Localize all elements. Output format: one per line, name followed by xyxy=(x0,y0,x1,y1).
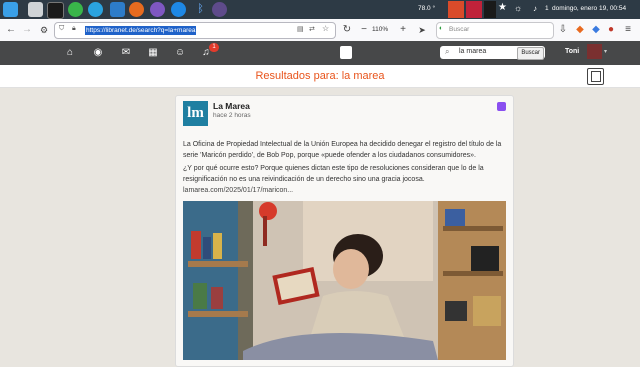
mastodon-icon[interactable] xyxy=(497,102,506,111)
extension-icon[interactable]: ● xyxy=(604,23,618,37)
star-icon[interactable]: ★ xyxy=(498,2,507,13)
reload-icon[interactable]: ↻ xyxy=(340,23,354,37)
workspace-indicator[interactable]: 1 xyxy=(545,5,549,12)
site-logo[interactable] xyxy=(340,46,352,59)
post-avatar[interactable]: lm xyxy=(183,101,208,126)
site-search-input[interactable]: la marea xyxy=(459,48,486,55)
mail-icon[interactable]: ✉ xyxy=(120,47,132,59)
username[interactable]: Toni xyxy=(565,48,579,55)
chevron-down-icon[interactable]: ▾ xyxy=(604,48,607,55)
window-icon[interactable] xyxy=(110,2,125,17)
download-icon[interactable]: ⇩ xyxy=(556,23,570,37)
clock[interactable]: domingo, enero 19, 00:54 xyxy=(552,5,626,12)
network-icon[interactable]: ◉ xyxy=(92,47,104,59)
post-image-illustration xyxy=(183,201,506,360)
post-link[interactable]: lamarea.com/2025/01/17/maricon... xyxy=(183,185,505,196)
home-icon[interactable]: ⌂ xyxy=(64,47,76,59)
site-search-box[interactable]: ⌕ la marea Buscar xyxy=(440,46,545,60)
podcast-icon[interactable] xyxy=(212,2,227,17)
telegram-icon[interactable] xyxy=(88,2,103,17)
browser-icon[interactable] xyxy=(68,2,83,17)
forward-icon[interactable]: → xyxy=(20,23,34,37)
post-time[interactable]: hace 2 horas xyxy=(213,112,251,119)
memory-graph xyxy=(466,1,482,18)
shield-icon[interactable]: ⛉ xyxy=(59,25,64,33)
terminal-icon[interactable] xyxy=(47,2,64,19)
network-graph xyxy=(484,1,496,18)
save-icon xyxy=(591,71,601,82)
app-icon[interactable] xyxy=(171,2,186,17)
settings-icon[interactable]: ⚙ xyxy=(37,23,51,37)
reader-icon[interactable]: ▤ xyxy=(297,25,304,33)
back-icon[interactable]: ← xyxy=(4,23,18,37)
file-manager-icon[interactable] xyxy=(28,2,43,17)
cpu-graph xyxy=(448,1,464,18)
translate-icon[interactable]: ⇄ xyxy=(309,25,315,33)
zoom-out-icon[interactable]: − xyxy=(357,23,371,37)
notification-badge: 1 xyxy=(209,43,219,52)
url-bar[interactable]: ⛉ 🔒︎ https://libranet.de/search?q=la+mar… xyxy=(54,22,336,39)
save-search-button[interactable] xyxy=(587,68,604,85)
browser-toolbar: ← → ⚙ ⛉ 🔒︎ https://libranet.de/search?q=… xyxy=(0,19,640,42)
temperature-readout: 78.0 ° xyxy=(418,5,436,12)
app-menu-icon[interactable] xyxy=(3,2,18,17)
system-taskbar: ᛒ 78.0 ° ★ ☼ ♪ 1 domingo, enero 19, 00:5… xyxy=(0,0,640,19)
page-title: Resultados para: la marea xyxy=(255,70,385,82)
send-icon[interactable]: ➤ xyxy=(415,23,429,37)
zoom-level[interactable]: 110% xyxy=(372,26,388,33)
browser-search-box[interactable]: ◐ Buscar xyxy=(436,22,554,39)
lock-icon[interactable]: 🔒︎ xyxy=(72,25,76,33)
firefox-icon[interactable] xyxy=(129,2,144,17)
post-paragraph: ¿Y por qué ocurre esto? Porque quienes d… xyxy=(183,165,484,183)
extension-icon[interactable]: ◆ xyxy=(573,23,587,37)
zoom-in-icon[interactable]: + xyxy=(396,23,410,37)
site-search-button[interactable]: Buscar xyxy=(517,47,544,60)
search-engine-icon: ◐ xyxy=(439,25,444,32)
calendar-icon[interactable]: ▦ xyxy=(147,47,159,59)
post-paragraph: La Oficina de Propiedad Intelectual de l… xyxy=(183,141,502,159)
app-icon[interactable] xyxy=(150,2,165,17)
extension-icon[interactable]: ◆ xyxy=(589,23,603,37)
url-text[interactable]: https://libranet.de/search?q=la+marea xyxy=(85,26,197,35)
search-icon: ⌕ xyxy=(445,47,450,56)
post-author[interactable]: La Marea xyxy=(213,101,250,111)
search-placeholder: Buscar xyxy=(449,26,470,33)
post-image[interactable] xyxy=(183,201,506,360)
bluetooth-icon[interactable]: ᛒ xyxy=(193,2,208,17)
user-avatar[interactable] xyxy=(587,44,602,59)
brightness-icon[interactable]: ☼ xyxy=(514,3,522,13)
sound-icon[interactable]: ♪ xyxy=(533,4,537,13)
contacts-icon[interactable]: ☺ xyxy=(174,47,186,59)
bookmark-star-icon[interactable]: ☆ xyxy=(322,24,329,33)
menu-icon[interactable]: ≡ xyxy=(621,23,635,37)
